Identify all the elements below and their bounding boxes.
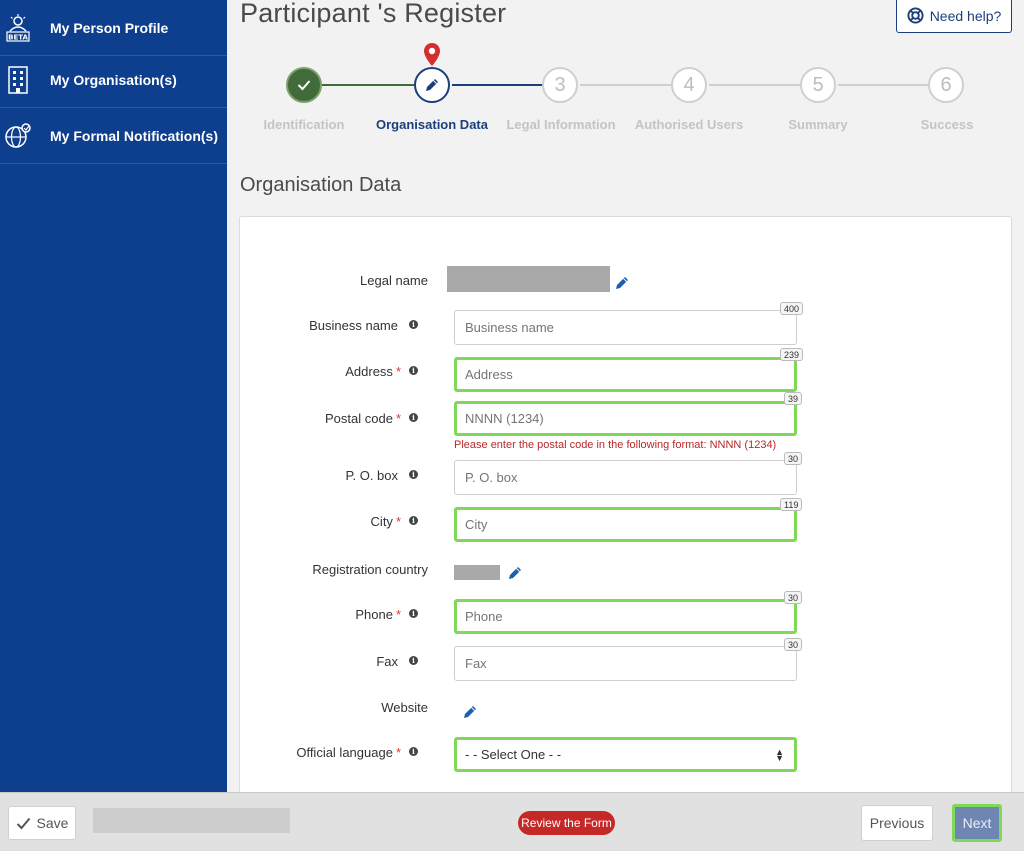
business-name-input[interactable]	[454, 310, 797, 345]
next-button[interactable]: Next	[952, 804, 1002, 842]
info-icon[interactable]: i	[409, 366, 418, 375]
phone-input[interactable]	[454, 599, 797, 634]
step-connector	[452, 84, 544, 86]
step-label: Summary	[788, 117, 848, 132]
step-label: Organisation Data	[376, 117, 488, 132]
address-label: Address *	[345, 364, 401, 379]
step-2-organisation-data[interactable]	[414, 67, 450, 103]
beta-profile-icon: BETA	[4, 13, 32, 42]
fax-counter: 30	[784, 638, 803, 651]
registration-country-label: Registration country	[312, 562, 428, 577]
step-1-identification[interactable]	[286, 67, 322, 103]
step-label: Identification	[263, 117, 345, 132]
legal-name-label: Legal name	[360, 273, 428, 288]
step-label: Authorised Users	[634, 117, 744, 132]
legal-name-value-redacted	[447, 266, 610, 292]
lifebuoy-icon	[907, 7, 924, 24]
review-form-button[interactable]: Review the Form	[518, 811, 615, 835]
fax-label: Fax	[376, 654, 398, 669]
beta-badge: BETA	[8, 33, 28, 41]
section-title: Organisation Data	[240, 174, 402, 196]
fax-input[interactable]	[454, 646, 797, 681]
info-icon[interactable]: i	[409, 609, 418, 618]
step-3-legal-information[interactable]: 3	[542, 67, 578, 103]
globe-icon	[4, 122, 32, 150]
info-icon[interactable]: i	[409, 470, 418, 479]
city-label: City *	[370, 514, 401, 529]
sidebar-item-person-profile[interactable]: BETA My Person Profile	[0, 0, 227, 56]
step-4-authorised-users[interactable]: 4	[671, 67, 707, 103]
select-arrows-icon: ▲ ▼	[775, 747, 784, 763]
po-box-counter: 30	[784, 452, 803, 465]
edit-website-icon[interactable]	[462, 704, 478, 720]
save-label: Save	[36, 815, 69, 831]
business-name-counter: 400	[780, 302, 804, 315]
checkmark-icon	[297, 80, 311, 91]
postal-code-error: Please enter the postal code in the foll…	[454, 439, 777, 451]
postal-code-counter: 39	[784, 392, 803, 405]
official-language-label: Official language *	[296, 745, 401, 760]
step-label: Legal Information	[506, 117, 616, 132]
sidebar-item-label: My Formal Notification(s)	[50, 127, 219, 144]
info-icon[interactable]: i	[409, 516, 418, 525]
registration-country-value-redacted	[454, 565, 500, 580]
info-icon[interactable]: i	[409, 656, 418, 665]
sidebar-item-formal-notifications[interactable]: My Formal Notification(s)	[0, 108, 227, 164]
official-language-selected: - - Select One - -	[465, 747, 562, 762]
po-box-input[interactable]	[454, 460, 797, 495]
step-6-success[interactable]: 6	[928, 67, 964, 103]
info-icon[interactable]: i	[409, 320, 418, 329]
step-connector	[838, 84, 930, 86]
address-input[interactable]	[454, 357, 797, 392]
po-box-label: P. O. box	[345, 468, 398, 483]
business-name-label: Business name	[309, 318, 398, 333]
info-icon[interactable]: i	[409, 747, 418, 756]
previous-button[interactable]: Previous	[861, 805, 933, 841]
pencil-icon	[426, 79, 438, 91]
edit-registration-country-icon[interactable]	[507, 565, 523, 581]
sidebar: BETA My Person Profile My Organisation(s…	[0, 0, 227, 792]
info-icon[interactable]: i	[409, 413, 418, 422]
footer-redacted-block	[93, 808, 290, 833]
official-language-select[interactable]: - - Select One - - ▲ ▼	[454, 737, 797, 772]
checkmark-icon	[16, 817, 30, 829]
city-input[interactable]	[454, 507, 797, 542]
sidebar-item-label: My Organisation(s)	[50, 71, 177, 88]
sidebar-item-organisations[interactable]: My Organisation(s)	[0, 52, 227, 108]
postal-code-input[interactable]	[454, 401, 797, 436]
address-counter: 239	[780, 348, 804, 361]
city-counter: 119	[780, 498, 803, 511]
sidebar-item-label: My Person Profile	[50, 19, 169, 36]
save-button[interactable]: Save	[8, 806, 76, 840]
edit-legal-name-icon[interactable]	[614, 275, 630, 291]
page-title: Participant 's Register	[240, 0, 507, 28]
phone-label: Phone *	[355, 607, 401, 622]
location-pin-icon	[424, 43, 440, 66]
step-connector	[322, 84, 414, 86]
need-help-button[interactable]: Need help?	[896, 0, 1012, 33]
step-5-summary[interactable]: 5	[800, 67, 836, 103]
step-connector	[580, 84, 672, 86]
step-connector	[709, 84, 801, 86]
phone-counter: 30	[784, 591, 803, 604]
need-help-label: Need help?	[929, 7, 1002, 24]
footer-bar: Save Review the Form Previous Next	[0, 792, 1024, 851]
postal-code-label: Postal code *	[325, 411, 401, 426]
website-label: Website	[381, 700, 428, 715]
step-label: Success	[920, 117, 974, 132]
building-icon	[4, 65, 32, 94]
